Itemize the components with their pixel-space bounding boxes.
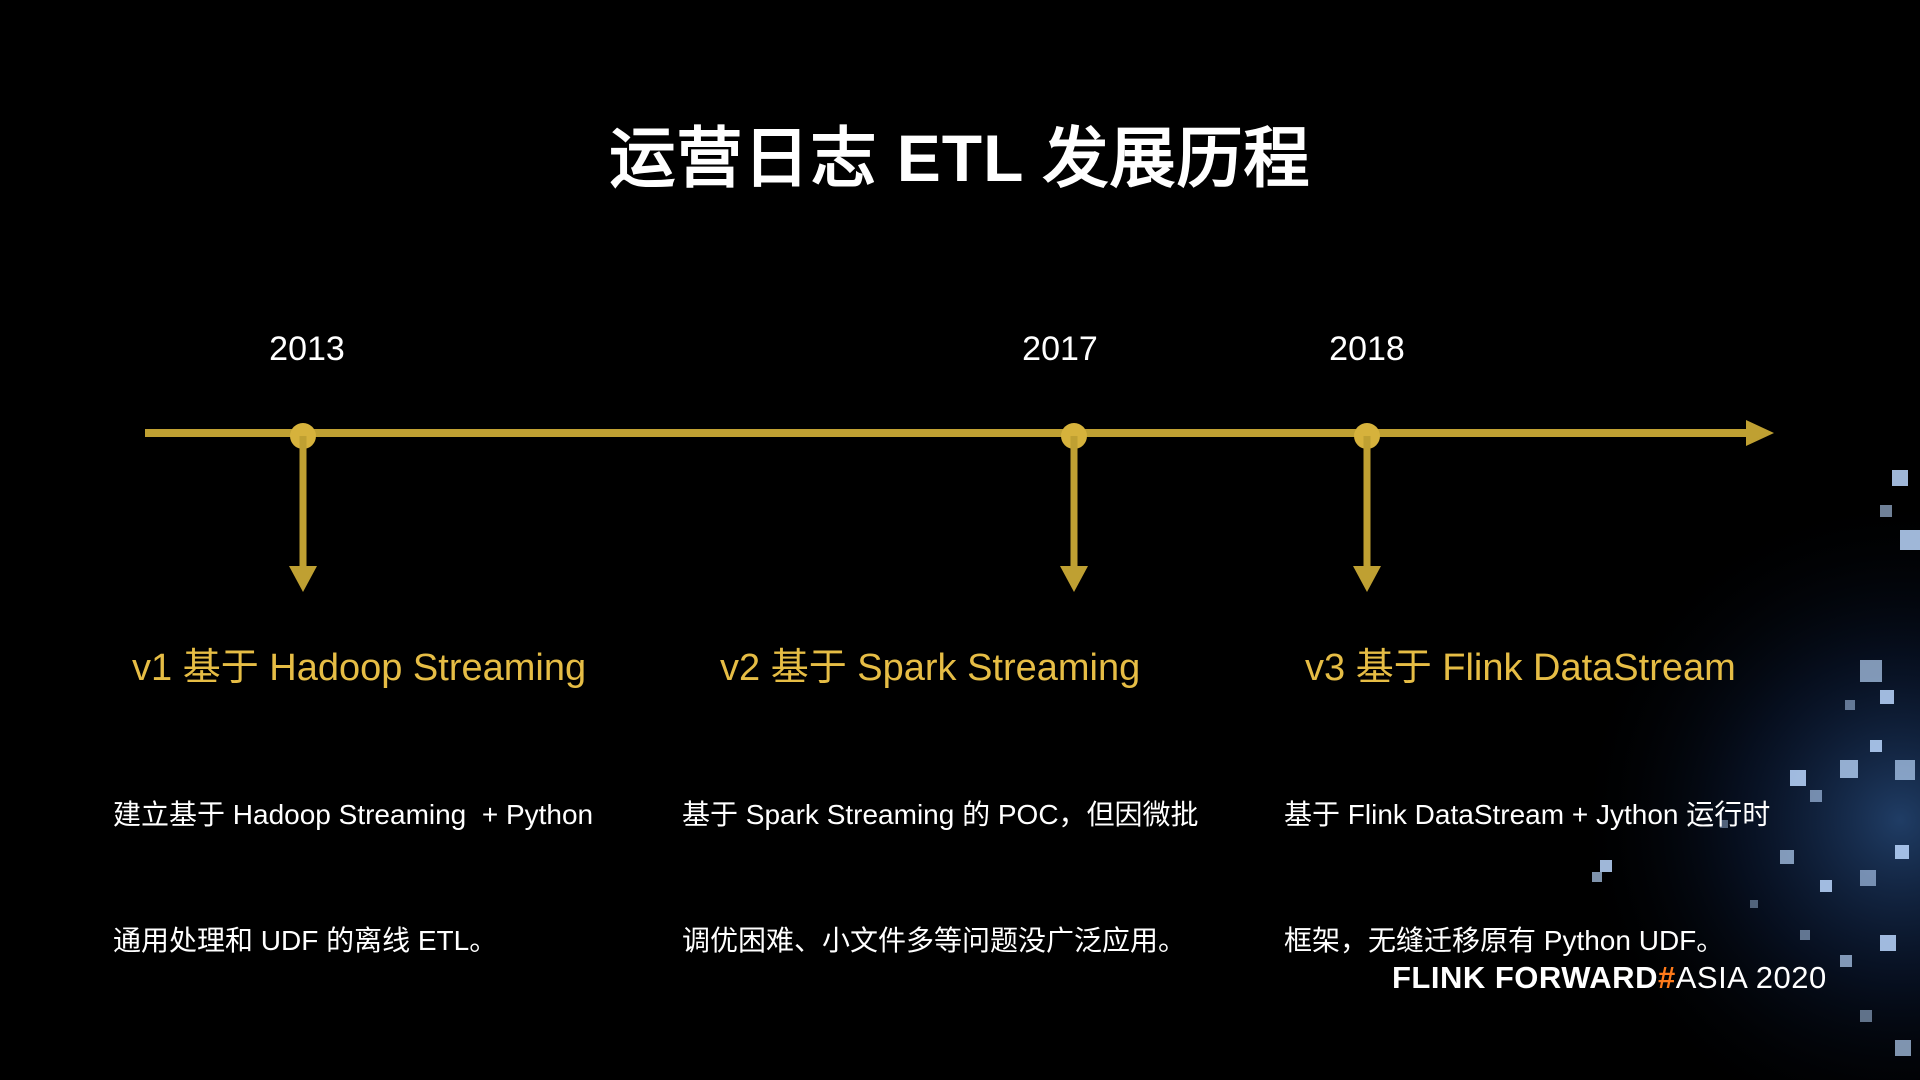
milestone-arrowhead-2017 — [1060, 566, 1088, 592]
milestone-description-line: 通用处理和 UDF 的离线 ETL。 — [113, 925, 498, 956]
milestone-description: 基于 Spark Streaming 的 POC，但因微批 调优困难、小文件多等… — [682, 710, 1199, 1046]
event-logo-name: FLINK FORWARD — [1392, 960, 1658, 995]
slide: 运营日志 ETL 发展历程 2013 2017 2018 v1 基于 Hadoo… — [0, 0, 1920, 1080]
milestone-year: 2018 — [1329, 330, 1405, 368]
milestone-arrowhead-2013 — [289, 566, 317, 592]
milestone-description-line: 建立基于 Hadoop Streaming + Python — [113, 799, 594, 830]
milestone-version: v3 基于 Flink DataStream — [1305, 647, 1736, 689]
milestone-description-line: 调优困难、小文件多等问题没广泛应用。 — [682, 925, 1187, 956]
event-logo-edition: ASIA 2020 — [1675, 960, 1827, 995]
milestone-description: 建立基于 Hadoop Streaming + Python 通用处理和 UDF… — [113, 710, 593, 1046]
timeline-axis-arrowhead — [1746, 420, 1774, 446]
milestone-arrowhead-2018 — [1353, 566, 1381, 592]
event-logo: FLINK FORWARD#ASIA 2020 — [1392, 960, 1827, 996]
milestone-description-line: 框架，无缝迁移原有 Python UDF。 — [1284, 925, 1725, 956]
milestone-version: v2 基于 Spark Streaming — [720, 647, 1141, 689]
milestone-year: 2017 — [1022, 330, 1098, 368]
milestone-year: 2013 — [269, 330, 345, 368]
milestone-description-line: 基于 Spark Streaming 的 POC，但因微批 — [682, 799, 1199, 830]
event-logo-hash: # — [1657, 960, 1676, 995]
milestone-version: v1 基于 Hadoop Streaming — [132, 647, 587, 689]
milestone-description-line: 基于 Flink DataStream + Jython 运行时 — [1284, 799, 1771, 830]
